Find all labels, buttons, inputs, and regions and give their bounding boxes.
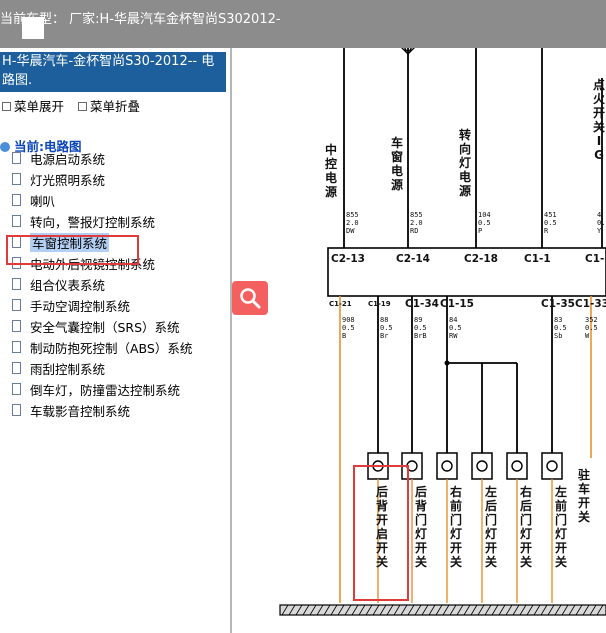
model-title: H-华晨汽车-金杯智尚S30-2012-- 电路图.	[0, 52, 226, 92]
wire-4-y: 4 0. Y	[597, 211, 606, 235]
pin-c2-14: C2-14	[396, 253, 430, 265]
sidebar: H-华晨汽车-金杯智尚S30-2012-- 电路图. 菜单展开 菜单折叠 当前:…	[0, 48, 232, 633]
collapse-menu-button[interactable]: 菜单折叠	[76, 99, 140, 114]
tree-item[interactable]: 组合仪表系统	[12, 274, 105, 294]
document-icon	[12, 152, 21, 164]
tree-item[interactable]: 电源启动系统	[12, 148, 105, 168]
tree-item[interactable]: 灯光照明系统	[12, 169, 105, 189]
document-icon	[12, 215, 21, 227]
tree-item[interactable]: 转向，警报灯控制系统	[12, 211, 155, 231]
wire-83-sb: 83 0.5 Sb	[554, 316, 567, 340]
label-ignition-switch: 点火开关IG	[592, 78, 605, 162]
wire-908-b: 908 0.5 B	[342, 316, 355, 340]
wiring-diagram: 中控电源 车窗电源 转向灯电源 点火开关IG 855 2.0 DW 855 2.…	[232, 48, 606, 633]
tree-item[interactable]: 倒车灯，防撞雷达控制系统	[12, 379, 180, 399]
document-icon	[12, 404, 21, 416]
collapse-icon	[77, 102, 87, 111]
wire-451-r: 451 0.5 R	[544, 211, 557, 235]
tree-item-label: 安全气囊控制（SRS）系统	[30, 319, 180, 335]
tree-item-label: 电源启动系统	[30, 151, 106, 167]
wire-88-br: 88 0.5 Br	[380, 316, 393, 340]
tree-item-label: 组合仪表系统	[30, 277, 106, 293]
pin-c1-1: C1-1	[524, 253, 551, 265]
tree-item[interactable]: 安全气囊控制（SRS）系统	[12, 316, 180, 336]
tree-item-label: 倒车灯，防撞雷达控制系统	[30, 382, 181, 398]
label-rr-door-lamp-switch: 右后门灯开关	[519, 485, 532, 569]
wire-84-rw: 84 0.5 RW	[449, 316, 462, 340]
label-parking-switch: 驻车开关	[577, 468, 590, 524]
collapse-menu-label: 菜单折叠	[89, 99, 140, 114]
pin-c2-18: C2-18	[464, 253, 498, 265]
document-icon	[12, 320, 21, 332]
label-window-power: 车窗电源	[390, 136, 403, 192]
expand-menu-label: 菜单展开	[14, 99, 65, 114]
label-lf-door-lamp-switch: 左前门灯开关	[554, 485, 567, 569]
label-tailgate-open-switch: 后背开启开关	[375, 485, 388, 569]
pin-c1-top-right: C1-	[585, 253, 605, 265]
tree-item[interactable]: 喇叭	[12, 190, 55, 210]
pin-c1-21: C1-21	[329, 300, 352, 308]
pin-c1-15: C1-15	[440, 298, 474, 310]
pin-c1-34: C1-34	[405, 298, 439, 310]
menu-controls: 菜单展开 菜单折叠	[0, 96, 140, 115]
wire-855-rd: 855 2.0 RD	[410, 211, 423, 235]
tree-item-label: 雨刮控制系统	[30, 361, 106, 377]
document-icon	[12, 299, 21, 311]
pin-c2-13: C2-13	[331, 253, 365, 265]
document-icon	[12, 194, 21, 206]
pin-c1-33: C1-33	[575, 298, 606, 310]
pin-c1-19: C1-19	[368, 300, 391, 308]
highlight-box	[6, 235, 139, 265]
wire-352-w: 352 0.5 W	[585, 316, 598, 340]
document-icon	[12, 173, 21, 185]
tree-item-label: 灯光照明系统	[30, 172, 106, 188]
document-icon	[12, 341, 21, 353]
tree-item-label: 制动防抱死控制（ABS）系统	[30, 340, 193, 356]
expand-icon	[2, 102, 11, 111]
tree-item-label: 车载影音控制系统	[30, 403, 131, 419]
label-lr-door-lamp-switch: 左后门灯开关	[484, 485, 497, 569]
tree-item[interactable]: 雨刮控制系统	[12, 358, 105, 378]
label-rf-door-lamp-switch: 右前门灯开关	[449, 485, 462, 569]
document-icon	[12, 278, 21, 290]
document-icon	[12, 362, 21, 374]
wire-855-dw: 855 2.0 DW	[346, 211, 359, 235]
window-icon	[22, 17, 44, 39]
tree-item[interactable]: 制动防抱死控制（ABS）系统	[12, 337, 192, 357]
label-turn-signal-power: 转向灯电源	[458, 128, 471, 198]
tree-item[interactable]: 车载影音控制系统	[12, 400, 130, 420]
document-icon	[12, 383, 21, 395]
wire-104-p: 104 0.5 P	[478, 211, 491, 235]
tree-item[interactable]: 手动空调控制系统	[12, 295, 130, 315]
title-bar: 当前车型： 厂家:H-华晨汽车金杯智尚S302012-	[0, 0, 606, 48]
tree-item-label: 转向，警报灯控制系统	[30, 214, 156, 230]
label-tailgate-lamp-switch: 后背门灯开关	[414, 485, 427, 569]
tree-item-label: 喇叭	[30, 193, 56, 209]
label-central-lock-power: 中控电源	[324, 143, 337, 199]
globe-icon	[0, 142, 10, 152]
expand-menu-button[interactable]: 菜单展开	[0, 99, 64, 114]
pin-c1-35: C1-35	[541, 298, 575, 310]
tree-item-label: 手动空调控制系统	[30, 298, 131, 314]
wire-89-brb: 89 0.5 BrB	[414, 316, 427, 340]
